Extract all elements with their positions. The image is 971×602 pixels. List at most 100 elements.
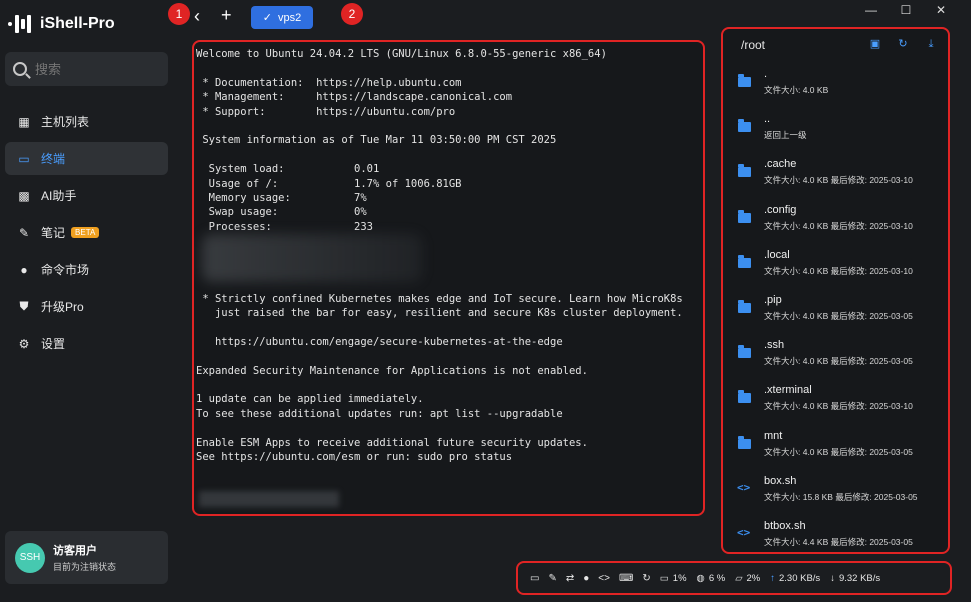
sidebar-item-settings[interactable]: ⚙ 设置 bbox=[5, 327, 168, 360]
terminal-line: * Support: https://ubuntu.com/pro bbox=[196, 105, 456, 118]
sidebar-nav: ▦ 主机列表 ▭ 终端 ▩ AI助手 ✎ 笔记 BETA ● 命令市场 ⛊ 升级… bbox=[5, 105, 168, 364]
sidebar-item-label: 笔记 bbox=[41, 226, 66, 240]
folder-icon: ▱ bbox=[735, 572, 743, 584]
download-speed: ↓ 9.32 KB/s bbox=[830, 573, 880, 584]
terminal-line: * Management: https://landscape.canonica… bbox=[196, 91, 513, 104]
file-meta: 文件大小: 4.0 KB 最后修改: 2025-03-10 bbox=[764, 175, 913, 186]
redacted-area bbox=[202, 234, 422, 282]
terminal-line: See https://ubuntu.com/esm or run: sudo … bbox=[196, 450, 513, 463]
minimize-icon[interactable]: — bbox=[862, 3, 880, 17]
terminal-line: Enable ESM Apps to receive additional fu… bbox=[196, 436, 588, 449]
file-meta: 文件大小: 4.0 KB 最后修改: 2025-03-10 bbox=[764, 220, 913, 231]
ai-chip-icon: ▩ bbox=[18, 188, 30, 203]
sidebar-item-notes[interactable]: ✎ 笔记 BETA bbox=[5, 216, 168, 249]
tab-vps2[interactable]: ✓ vps2 bbox=[251, 6, 313, 29]
sidebar-item-command-market[interactable]: ● 命令市场 bbox=[5, 253, 168, 286]
sidebar-item-label: 升级Pro bbox=[41, 300, 84, 314]
file-row[interactable]: . 文件大小: 4.0 KB bbox=[723, 61, 948, 106]
folder-icon bbox=[738, 119, 751, 133]
file-row[interactable]: <> box.sh 文件大小: 15.8 KB 最后修改: 2025-03-05 bbox=[723, 468, 948, 513]
file-row[interactable]: .. 返回上一级 bbox=[723, 106, 948, 151]
cpu-value: 1% bbox=[672, 572, 687, 584]
file-name: . bbox=[764, 68, 768, 80]
arrow-down-icon: ↓ bbox=[830, 572, 835, 584]
ishell-logo-icon bbox=[8, 12, 34, 36]
new-folder-icon[interactable]: ▣ bbox=[868, 38, 882, 50]
code-file-icon: <> bbox=[737, 525, 751, 539]
bulb-icon[interactable]: ● bbox=[583, 573, 589, 584]
terminal-line: System information as of Tue Mar 11 03:5… bbox=[196, 134, 557, 147]
terminal-line: * Strictly confined Kubernetes makes edg… bbox=[196, 292, 683, 305]
file-row[interactable]: .xterminal 文件大小: 4.0 KB 最后修改: 2025-03-10 bbox=[723, 377, 948, 422]
file-name: .ssh bbox=[764, 339, 785, 352]
code-icon[interactable]: <> bbox=[598, 573, 610, 584]
memory-icon: ◍ bbox=[696, 572, 705, 584]
file-row[interactable]: .pip 文件大小: 4.0 KB 最后修改: 2025-03-05 bbox=[723, 287, 948, 332]
file-list: . 文件大小: 4.0 KB.. 返回上一级 .cache 文件大小: 4.0 KB 最… bbox=[723, 61, 948, 552]
bulb-icon: ● bbox=[20, 262, 28, 277]
sidebar-item-terminal[interactable]: ▭ 终端 bbox=[5, 142, 168, 175]
file-name: .cache bbox=[764, 158, 797, 171]
add-tab-icon[interactable]: + bbox=[221, 5, 232, 26]
folder-icon bbox=[738, 74, 751, 87]
upload-speed: ↑ 2.30 KB/s bbox=[770, 573, 820, 584]
folder-icon bbox=[738, 435, 751, 449]
folder-icon bbox=[738, 209, 751, 223]
memory-value: 6 % bbox=[708, 572, 726, 584]
file-name: .. bbox=[764, 113, 771, 126]
status-bar: ▭ ✎ ⇄ ● <> ⌨ ↻ ▭ 1% ◍ 6 % ▱ 2% ↑ 2.30 KB… bbox=[516, 561, 952, 595]
folder-icon bbox=[738, 164, 751, 178]
current-path: /root bbox=[741, 38, 766, 52]
file-meta: 文件大小: 4.0 KB bbox=[764, 85, 829, 95]
file-row[interactable]: .config 文件大小: 4.0 KB 最后修改: 2025-03-10 bbox=[723, 197, 948, 242]
user-card[interactable]: SSH 访客用户 目前为注销状态 bbox=[5, 531, 168, 584]
search-box[interactable] bbox=[5, 52, 168, 86]
refresh-icon[interactable]: ↻ bbox=[896, 38, 910, 50]
file-row[interactable]: .cache 文件大小: 4.0 KB 最后修改: 2025-03-10 bbox=[723, 151, 948, 196]
search-icon bbox=[13, 62, 27, 76]
file-row[interactable]: <> btbox.sh 文件大小: 4.4 KB 最后修改: 2025-03-05 bbox=[723, 513, 948, 552]
grid-icon: ▦ bbox=[18, 114, 30, 129]
file-row[interactable]: .ssh 文件大小: 4.0 KB 最后修改: 2025-03-05 bbox=[723, 332, 948, 377]
folder-icon bbox=[738, 299, 751, 313]
reload-icon[interactable]: ↻ bbox=[642, 573, 650, 584]
file-meta: 返回上一级 bbox=[764, 130, 807, 141]
annotation-marker-2: 2 bbox=[341, 3, 363, 25]
redacted-prompt bbox=[199, 491, 339, 507]
brand: iShell-Pro bbox=[8, 12, 115, 36]
terminal-line: https://ubuntu.com/engage/secure-kuberne… bbox=[196, 335, 563, 348]
transfer-icon[interactable]: ⇄ bbox=[566, 573, 574, 584]
download-icon[interactable]: ⤓ bbox=[924, 38, 938, 50]
close-icon[interactable]: ✕ bbox=[932, 3, 950, 17]
file-meta: 文件大小: 15.8 KB 最后修改: 2025-03-05 bbox=[764, 491, 918, 502]
sidebar-item-ai-assistant[interactable]: ▩ AI助手 bbox=[5, 179, 168, 212]
file-name: .config bbox=[764, 203, 797, 216]
terminal-output[interactable]: Welcome to Ubuntu 24.04.2 LTS (GNU/Linux… bbox=[192, 40, 705, 516]
laptop-icon[interactable]: ▭ bbox=[530, 573, 539, 584]
file-name: mnt bbox=[764, 429, 783, 442]
terminal-line: Usage of /: 1.7% of 1006.81GB bbox=[196, 177, 462, 190]
keyboard-icon[interactable]: ⌨ bbox=[619, 573, 633, 584]
avatar: SSH bbox=[15, 542, 45, 573]
file-row[interactable]: .local 文件大小: 4.0 KB 最后修改: 2025-03-10 bbox=[723, 242, 948, 287]
file-browser: /root ▣ ↻ ⤓ . 文件大小: 4.0 KB.. 返回上一级 .cache 文件… bbox=[721, 27, 950, 554]
terminal-line: Swap usage: 0% bbox=[196, 206, 367, 219]
sidebar-item-upgrade-pro[interactable]: ⛊ 升级Pro bbox=[5, 290, 168, 323]
file-row[interactable]: mnt 文件大小: 4.0 KB 最后修改: 2025-03-05 bbox=[723, 423, 948, 468]
terminal-line: System load: 0.01 bbox=[196, 163, 380, 176]
file-meta: 文件大小: 4.0 KB 最后修改: 2025-03-10 bbox=[764, 401, 913, 412]
terminal-line: To see these additional updates run: apt… bbox=[196, 407, 563, 420]
sidebar-item-label: AI助手 bbox=[41, 189, 77, 203]
note-pen-icon[interactable]: ✎ bbox=[548, 573, 556, 584]
search-input[interactable] bbox=[35, 61, 155, 77]
back-chevron-icon[interactable]: ‹ bbox=[194, 6, 200, 27]
sidebar-item-host-list[interactable]: ▦ 主机列表 bbox=[5, 105, 168, 138]
maximize-icon[interactable]: ☐ bbox=[897, 3, 915, 17]
monitor-icon: ▭ bbox=[659, 572, 669, 584]
terminal-icon: ▭ bbox=[18, 151, 30, 166]
beta-badge: BETA bbox=[71, 227, 100, 238]
file-name: .local bbox=[764, 248, 790, 261]
